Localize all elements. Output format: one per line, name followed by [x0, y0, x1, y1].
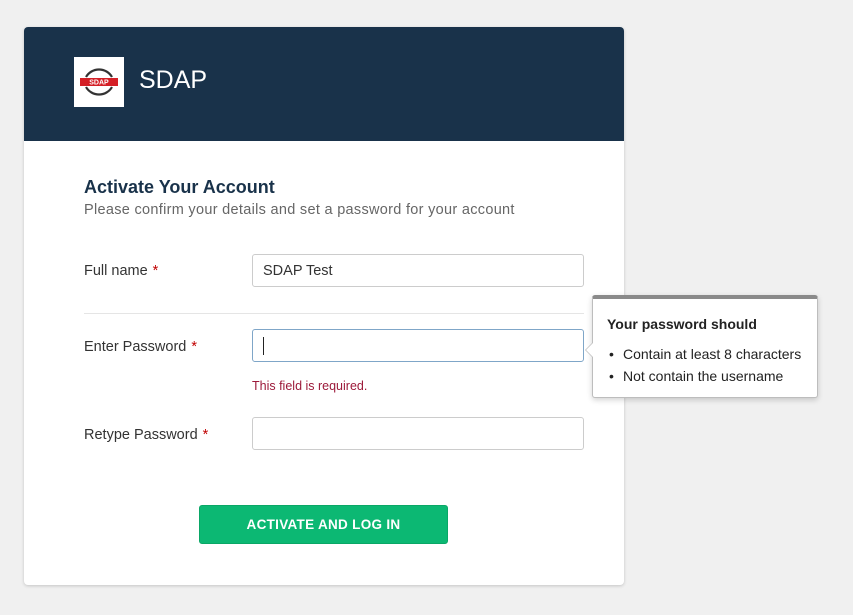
password-label-text: Enter Password [84, 339, 187, 355]
sdap-logo: SDAP [74, 57, 124, 107]
required-mark: * [152, 263, 159, 279]
required-mark: * [191, 339, 198, 355]
full-name-input[interactable] [252, 254, 584, 287]
password-input[interactable] [252, 329, 584, 362]
password-rules-list: Contain at least 8 characters Not contai… [607, 343, 801, 387]
full-name-label: Full name * [84, 262, 158, 280]
tooltip-arrow-inner [586, 343, 593, 357]
retype-password-label-text: Retype Password [84, 427, 198, 443]
app-title: SDAP [139, 66, 208, 94]
page-subtitle: Please confirm your details and set a pa… [84, 202, 515, 218]
password-rule-item: Contain at least 8 characters [607, 343, 801, 365]
required-mark: * [202, 427, 209, 443]
text-caret [263, 337, 264, 355]
card-header: SDAP SDAP [24, 27, 624, 141]
divider [84, 313, 584, 314]
activate-and-login-button[interactable]: ACTIVATE AND LOG IN [199, 505, 448, 544]
password-requirements-tooltip: Your password should Contain at least 8 … [585, 295, 818, 398]
tooltip-title: Your password should [607, 316, 757, 332]
retype-password-label: Retype Password * [84, 426, 208, 444]
logo-text: SDAP [89, 80, 109, 87]
full-name-label-text: Full name [84, 263, 148, 279]
page-title: Activate Your Account [84, 177, 275, 197]
password-error-message: This field is required. [252, 379, 368, 393]
activation-card: SDAP SDAP Activate Your Account Please c… [24, 27, 624, 585]
password-label: Enter Password * [84, 338, 197, 356]
password-rule-item: Not contain the username [607, 365, 801, 387]
retype-password-input[interactable] [252, 417, 584, 450]
